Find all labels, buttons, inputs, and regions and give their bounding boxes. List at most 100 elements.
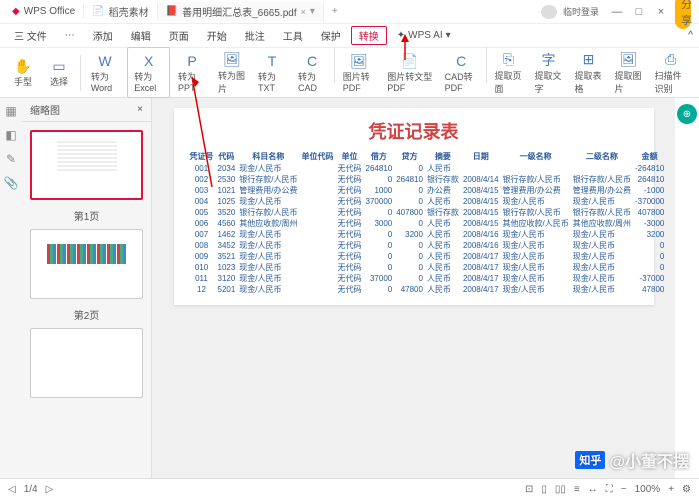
thumbnail-3[interactable] [30, 328, 143, 398]
dropdown-icon: ▾ [446, 30, 451, 41]
tool-转为图片[interactable]: 🖼转为图片 [214, 47, 250, 98]
user-name[interactable]: 临时登录 [563, 5, 603, 18]
cell: 3521 [216, 251, 238, 262]
cell: 人民币 [425, 163, 461, 174]
cell: 管理费用/办公费 [571, 185, 633, 196]
zoom-in-button[interactable]: + [668, 484, 674, 495]
cell: 0 [364, 174, 395, 185]
add-tab-button[interactable]: + [324, 4, 346, 19]
cell: 0 [364, 284, 395, 295]
thumbnail-1[interactable] [30, 130, 143, 200]
cell: 008 [188, 240, 216, 251]
tool-转为PPT[interactable]: P转为PPT [174, 47, 210, 98]
tool-提取文字[interactable]: 字提取文字 [531, 47, 567, 98]
tab-0[interactable]: 📄 稻壳素材 [84, 2, 157, 21]
select-tool-button[interactable]: ▭选择 [44, 55, 74, 90]
table-row: 0113120现金/人民币无代码370000人民币2008/4/17现金/人民币… [188, 273, 667, 284]
tool-提取表格[interactable]: ⊞提取表格 [571, 47, 607, 98]
select-icon: ▭ [50, 57, 68, 75]
settings-icon[interactable]: ⚙ [682, 484, 691, 495]
view-continuous-icon[interactable]: ≡ [574, 484, 580, 495]
table-row: 0012034现金/人民币无代码2648100人民币-264810 [188, 163, 667, 174]
close-icon[interactable]: × [301, 7, 306, 17]
menu-annotate[interactable]: 批注 [237, 26, 273, 45]
help-button[interactable]: ⊕ [677, 104, 697, 124]
menu-more[interactable]: ⋯ [57, 28, 83, 43]
attachment-icon[interactable]: 📎 [4, 176, 19, 190]
watermark: 知乎 @小董不摆 [575, 448, 689, 472]
tab-menu-icon[interactable]: ▾ [310, 6, 315, 17]
zoom-out-button[interactable]: − [621, 484, 627, 495]
menu-convert[interactable]: 转换 [351, 26, 387, 45]
edit-icon[interactable]: ✎ [6, 152, 16, 166]
separator [486, 47, 487, 83]
menu-edit[interactable]: 编辑 [123, 26, 159, 45]
tool-icon: ⎙ [662, 51, 680, 69]
tool-图片转文型PDF[interactable]: 📄图片转文型PDF [383, 47, 436, 98]
tool-CAD转PDF[interactable]: CCAD转PDF [441, 47, 482, 98]
tool-提取图片[interactable]: 🖼提取图片 [611, 47, 647, 98]
zoom-level[interactable]: 100% [635, 484, 661, 495]
tool-转为CAD[interactable]: C转为CAD [294, 47, 330, 98]
col-header: 日期 [461, 150, 501, 163]
menu-collapse-icon[interactable]: ^ [688, 30, 693, 41]
next-page-icon[interactable]: ▷ [46, 484, 54, 495]
share-button[interactable]: 分享 [675, 0, 691, 29]
table-row: 0031021管理费用/办公费无代码10000办公费2008/4/15管理费用/… [188, 185, 667, 196]
menu-protect[interactable]: 保护 [313, 26, 349, 45]
tool-icon: 🖼 [223, 51, 241, 69]
cell: 1025 [216, 196, 238, 207]
cell: 人民币 [425, 229, 461, 240]
cell: 005 [188, 207, 216, 218]
fit-width-icon[interactable]: ↔ [588, 484, 598, 495]
view-double-icon[interactable]: ▯▯ [555, 484, 566, 495]
tool-提取页面[interactable]: ⎘提取页面 [491, 47, 527, 98]
cell: 3120 [216, 273, 238, 284]
col-header: 贷方 [394, 150, 425, 163]
view-mode-icon[interactable]: ⊡ [525, 484, 533, 495]
cell: 006 [188, 218, 216, 229]
cell: 2530 [216, 174, 238, 185]
tool-转为Word[interactable]: W转为Word [87, 47, 123, 98]
menu-page[interactable]: 页面 [161, 26, 197, 45]
app-tab[interactable]: ◆ WPS Office [4, 4, 84, 19]
tool-icon: 📄 [401, 52, 419, 70]
prev-page-icon[interactable]: ◁ [8, 484, 16, 495]
close-panel-icon[interactable]: × [137, 104, 143, 115]
page-indicator[interactable]: 1/4 [24, 484, 38, 495]
thumbnail-2[interactable] [30, 229, 143, 299]
cell [300, 185, 336, 196]
close-button[interactable]: × [653, 6, 669, 18]
tool-icon: ⎘ [500, 51, 518, 69]
fullscreen-icon[interactable]: ⛶ [606, 484, 613, 495]
tool-图片转PDF[interactable]: 🖼图片转PDF [339, 47, 379, 98]
maximize-button[interactable]: □ [631, 6, 647, 18]
hand-tool-button[interactable]: ✋手型 [8, 55, 38, 90]
view-single-icon[interactable]: ▯ [541, 484, 547, 495]
cell: 2008/4/17 [461, 262, 501, 273]
cell [300, 273, 336, 284]
cell: 人民币 [425, 196, 461, 207]
cell: 0 [394, 262, 425, 273]
menu-wps-ai[interactable]: ✦WPS AI▾ [389, 28, 459, 43]
cell: 银行存款/人民币 [237, 207, 299, 218]
menu-file[interactable]: 三 文件 [6, 26, 55, 45]
main-viewport[interactable]: 凭证记录表 凭证号代码科目名称单位代码单位借方贷方摘要日期一级名称二级名称金额 … [152, 98, 675, 478]
col-header: 科目名称 [237, 150, 299, 163]
avatar[interactable] [541, 5, 557, 19]
cell: 无代码 [336, 218, 364, 229]
tab-1[interactable]: 📕 善用明细汇总表_6665.pdf × ▾ [158, 2, 324, 21]
menu-tools[interactable]: 工具 [275, 26, 311, 45]
separator [334, 47, 335, 83]
tool-转为TXT[interactable]: T转为TXT [254, 47, 290, 98]
tool-转为Excel[interactable]: X转为Excel [127, 47, 170, 98]
menu-start[interactable]: 开始 [199, 26, 235, 45]
minimize-button[interactable]: — [609, 6, 625, 18]
cell: 3452 [216, 240, 238, 251]
bookmark-icon[interactable]: ◧ [5, 128, 16, 142]
tool-扫描件识别[interactable]: ⎙扫描件识别 [651, 47, 691, 98]
thumbnail-icon[interactable]: ▦ [5, 104, 16, 118]
cell: 0 [633, 240, 666, 251]
cell [300, 196, 336, 207]
menu-add[interactable]: 添加 [85, 26, 121, 45]
